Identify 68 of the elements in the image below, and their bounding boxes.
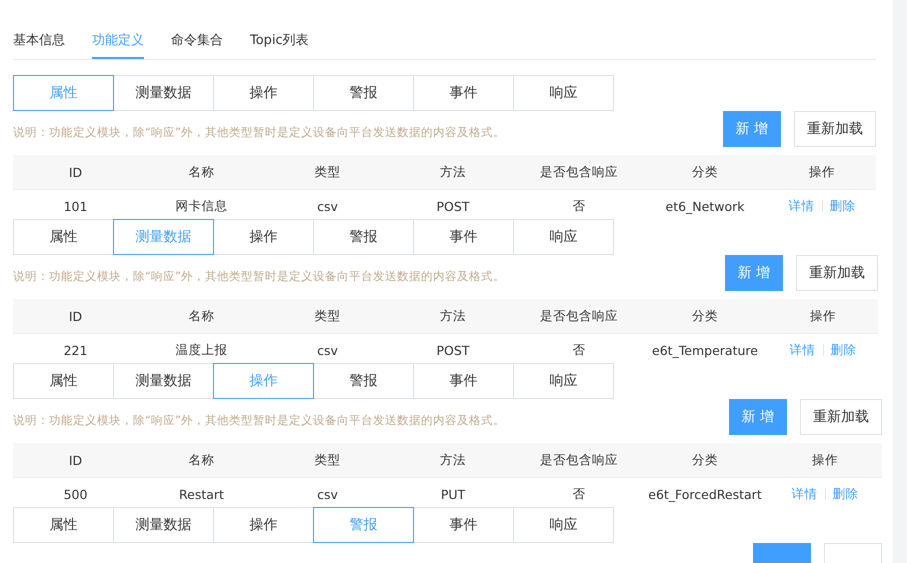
table-cell-text: et6_Network: [664, 198, 746, 214]
table-cell-text: 221: [62, 342, 88, 358]
type-tab[interactable]: 操作: [213, 507, 314, 543]
type-tab[interactable]: 操作: [213, 219, 314, 255]
column-header: 类型: [314, 452, 342, 468]
table-cell-text: e6t_ForcedRestart: [647, 486, 763, 502]
type-tab[interactable]: 响应: [513, 219, 614, 255]
table-cell-text: csv: [316, 342, 339, 358]
table-cell-text: 否: [572, 198, 586, 214]
column-header: 方法: [439, 164, 467, 180]
type-tab[interactable]: 响应: [513, 507, 614, 543]
table-cell-text: POST: [436, 198, 470, 214]
column-header: 是否包含响应: [539, 308, 619, 324]
description-note: 说明：功能定义模块，除“响应”外，其他类型暂时是定义设备向平台发送数据的内容及格式。: [13, 124, 505, 140]
reload-button[interactable]: 重新加载: [796, 255, 878, 291]
type-tab[interactable]: 事件: [413, 363, 514, 399]
column-header: 操作: [808, 164, 836, 180]
tab[interactable]: 命令集合: [171, 22, 223, 59]
table-cell-text: 温度上报: [174, 342, 228, 358]
type-tab[interactable]: 警报: [313, 75, 414, 111]
description-note: 说明：功能定义模块，除“响应”外，其他类型暂时是定义设备向平台发送数据的内容及格式。: [13, 412, 505, 428]
column-header: 分类: [691, 452, 719, 468]
column-header: ID: [68, 308, 84, 324]
tab[interactable]: Topic列表: [250, 22, 309, 59]
description-note: 说明：功能定义模块，除“响应”外，其他类型暂时是定义设备向平台发送数据的内容及格式。: [13, 268, 505, 284]
type-tab[interactable]: 测量数据: [113, 75, 214, 111]
column-header: 名称: [188, 164, 216, 180]
type-tab[interactable]: 事件: [413, 75, 514, 111]
column-header: 是否包含响应: [539, 164, 619, 180]
column-header: 操作: [809, 308, 837, 324]
tab[interactable]: 基本信息: [13, 22, 65, 59]
column-header: 方法: [439, 308, 467, 324]
type-tab[interactable]: 属性: [13, 363, 114, 399]
type-tab[interactable]: 事件: [413, 219, 514, 255]
table-cell-text: 否: [572, 342, 586, 358]
type-tab[interactable]: 操作: [213, 75, 314, 111]
column-header: 类型: [314, 164, 342, 180]
type-tab[interactable]: 测量数据: [113, 363, 214, 399]
column-header: 分类: [691, 308, 719, 324]
table-cell-text: e6t_Temperature: [651, 342, 759, 358]
column-header: 名称: [188, 308, 216, 324]
table-cell-text: csv: [316, 198, 339, 214]
column-header: ID: [68, 452, 84, 468]
type-tab[interactable]: 属性: [13, 507, 114, 543]
type-tab[interactable]: 事件: [413, 507, 514, 543]
table-cell-text: 500: [62, 486, 88, 502]
type-tab[interactable]: 警报: [313, 363, 414, 399]
type-tab[interactable]: 测量数据: [113, 507, 214, 543]
reload-button[interactable]: 重新加载: [800, 399, 882, 435]
column-header: 方法: [439, 452, 467, 468]
column-header: 类型: [314, 308, 342, 324]
table-cell-text: csv: [316, 486, 339, 502]
column-header: 分类: [691, 164, 719, 180]
table-cell-text: Restart: [178, 486, 225, 502]
table-cell-text: PUT: [440, 486, 466, 502]
table-cell-text: 否: [572, 486, 586, 502]
column-header: 是否包含响应: [539, 452, 619, 468]
reload-button[interactable]: 重新加载: [794, 111, 876, 147]
table-cell-text: POST: [436, 342, 470, 358]
type-tab[interactable]: 警报: [313, 219, 414, 255]
table-cell-text: 网卡信息: [174, 198, 228, 214]
column-header: ID: [68, 164, 84, 180]
column-header: 操作: [811, 452, 839, 468]
type-tab[interactable]: 响应: [513, 363, 614, 399]
column-header: 名称: [188, 452, 216, 468]
table-cell-text: 101: [62, 198, 88, 214]
type-tab[interactable]: 响应: [513, 75, 614, 111]
type-tab[interactable]: 属性: [13, 219, 114, 255]
